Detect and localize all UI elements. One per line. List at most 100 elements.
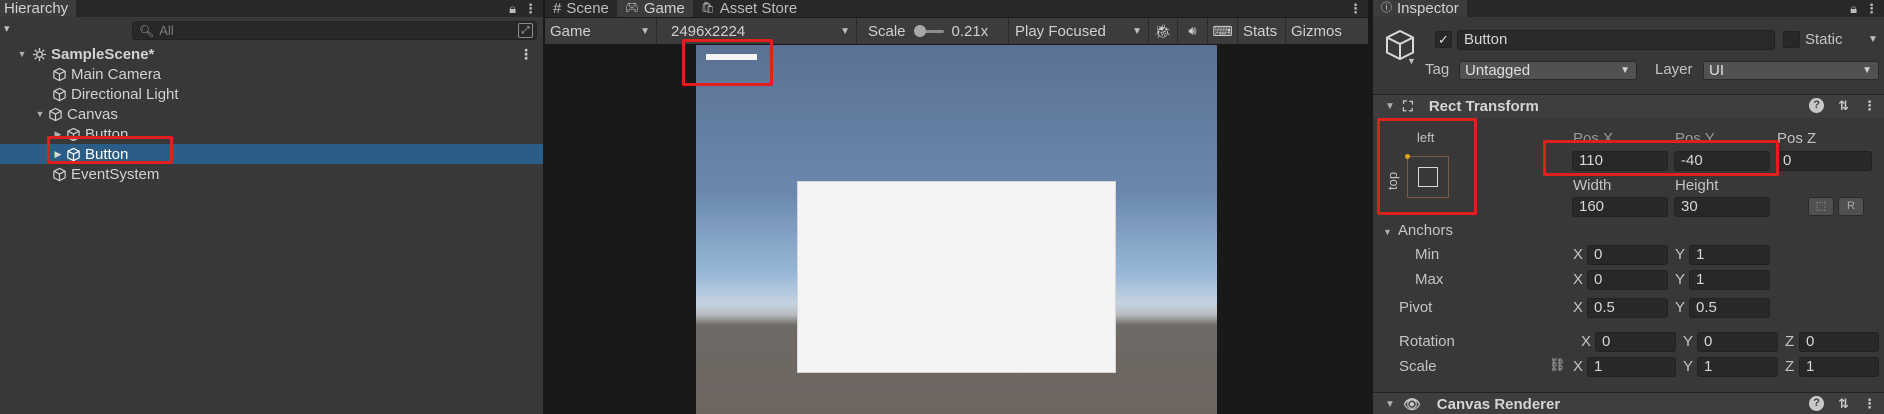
scale-x-field[interactable]: 1: [1587, 357, 1676, 377]
gameobject-cube-icon: [49, 107, 62, 121]
list-item-label: Directional Light: [71, 85, 179, 103]
presets-icon[interactable]: ⇅: [1838, 98, 1849, 114]
tab-game[interactable]: 🎮︎ Game: [616, 0, 693, 17]
anchor-presets-button[interactable]: [1405, 154, 1449, 198]
more-vert-icon[interactable]: ⋮: [519, 46, 533, 63]
chevron-down-icon[interactable]: ▼: [1407, 56, 1416, 66]
game-render-area[interactable]: [545, 39, 1368, 414]
expand-arrow-icon[interactable]: ▶: [52, 129, 64, 140]
game-viewport[interactable]: [696, 45, 1217, 414]
keyboard-shortcuts-button[interactable]: ⌨: [1208, 18, 1238, 44]
list-item-main-camera[interactable]: Main Camera: [0, 64, 543, 84]
expand-arrow-icon[interactable]: ▼: [16, 49, 28, 59]
gameobject-cube-icon: [53, 167, 66, 181]
tab-hierarchy[interactable]: Hierarchy: [0, 0, 77, 17]
pos-z-field[interactable]: 0: [1776, 151, 1872, 171]
collapse-arrow-icon[interactable]: ▼: [1385, 399, 1399, 410]
list-item-button-2[interactable]: ▶ Button: [0, 144, 543, 164]
pivot-x-label: X: [1573, 299, 1584, 316]
display-dropdown[interactable]: Game ▼: [545, 18, 657, 44]
pivot-x-field[interactable]: 0.5: [1587, 298, 1668, 318]
constrain-proportions-icon[interactable]: ⛓: [1549, 357, 1566, 373]
info-icon: ⓘ: [1381, 2, 1392, 14]
tag-dropdown[interactable]: Untagged ▼: [1459, 61, 1637, 80]
play-mode-value: Play Focused: [1015, 22, 1106, 40]
list-item-sample-scene[interactable]: ▼ SampleScene* ⋮: [0, 44, 543, 64]
list-item-directional-light[interactable]: Directional Light: [0, 84, 543, 104]
gameobject-cube-icon: [67, 147, 80, 161]
pos-x-field[interactable]: 110: [1572, 151, 1668, 171]
list-item-event-system[interactable]: EventSystem: [0, 164, 543, 184]
lock-icon[interactable]: 🔒︎: [1850, 1, 1857, 17]
min-y-field[interactable]: 1: [1689, 245, 1770, 265]
scene-icon: [32, 47, 47, 61]
more-vert-icon[interactable]: ⋮: [524, 1, 537, 17]
chevron-down-icon[interactable]: ▼: [1868, 34, 1878, 45]
max-x-field[interactable]: 0: [1587, 270, 1668, 290]
tab-asset-store[interactable]: 🛍︎ Asset Store: [692, 0, 806, 17]
list-item-canvas[interactable]: ▼ Canvas: [0, 104, 543, 124]
hierarchy-tabbar: Hierarchy 🔒︎ ⋮: [0, 0, 543, 17]
scale-slider[interactable]: [913, 24, 944, 37]
max-y-label: Y: [1675, 271, 1686, 288]
expand-arrow-icon[interactable]: ▶: [52, 149, 64, 160]
gizmos-button[interactable]: Gizmos: [1286, 18, 1346, 44]
mute-audio-button[interactable]: 🔊︎: [1178, 18, 1208, 44]
play-mode-dropdown[interactable]: Play Focused ▼: [1009, 18, 1149, 44]
rotation-x-field[interactable]: 0: [1595, 332, 1676, 352]
scale-y-field[interactable]: 1: [1697, 357, 1778, 377]
scale-control: Scale 0.21x: [857, 18, 1009, 44]
rect-transform-header[interactable]: ▼ ⛶ Rect Transform ? ⇅ ⋮: [1373, 94, 1884, 118]
object-name-field[interactable]: Button: [1457, 30, 1775, 50]
hierarchy-search-input[interactable]: 🔍︎ All ⤢: [132, 21, 537, 40]
tab-scene[interactable]: # Scene: [545, 0, 617, 17]
width-field[interactable]: 160: [1572, 197, 1668, 217]
max-y-field[interactable]: 1: [1689, 270, 1770, 290]
scale-z-field[interactable]: 1: [1799, 357, 1879, 377]
layer-value: UI: [1709, 62, 1724, 79]
pivot-label: Pivot: [1399, 299, 1433, 316]
resolution-dropdown[interactable]: 2496x2224 ▼: [657, 18, 857, 44]
list-item-label: EventSystem: [71, 165, 160, 183]
list-item-button-1[interactable]: ▶ Button: [0, 124, 543, 144]
min-x-field[interactable]: 0: [1587, 245, 1668, 265]
add-object-button[interactable]: ▾: [4, 22, 10, 35]
help-icon[interactable]: ?: [1809, 98, 1825, 113]
rect-transform-icon: ⛶: [1403, 98, 1413, 114]
rotation-y-field[interactable]: 0: [1697, 332, 1778, 352]
stats-button[interactable]: Stats: [1238, 18, 1286, 44]
tab-inspector-label: Inspector: [1397, 0, 1459, 17]
tab-inspector[interactable]: ⓘ Inspector: [1373, 0, 1467, 17]
more-vert-icon[interactable]: ⋮: [1863, 98, 1876, 114]
blueprint-mode-button[interactable]: ⬚: [1808, 197, 1834, 216]
lock-icon[interactable]: 🔒︎: [509, 1, 516, 17]
more-vert-icon[interactable]: ⋮: [1865, 1, 1878, 17]
collapse-arrow-icon[interactable]: ▼: [1385, 101, 1399, 112]
more-vert-icon[interactable]: ⋮: [1349, 1, 1362, 17]
shopping-bag-icon: 🛍︎: [700, 2, 715, 14]
static-checkbox[interactable]: [1783, 31, 1800, 48]
inspector-tabbar: ⓘ Inspector 🔒︎ ⋮: [1373, 0, 1884, 17]
presets-icon[interactable]: ⇅: [1838, 396, 1849, 412]
help-icon[interactable]: ?: [1809, 396, 1825, 411]
layer-label: Layer: [1655, 61, 1693, 78]
layer-dropdown[interactable]: UI ▼: [1703, 61, 1879, 80]
pivot-y-field[interactable]: 0.5: [1689, 298, 1770, 318]
raw-edit-mode-button[interactable]: R: [1838, 197, 1864, 216]
height-field[interactable]: 30: [1674, 197, 1770, 217]
scene-picking-icon[interactable]: ⤢: [518, 23, 533, 38]
gizmos-label: Gizmos: [1291, 22, 1342, 40]
rotation-z-field[interactable]: 0: [1799, 332, 1879, 352]
frame-debugger-button[interactable]: 🐞︎: [1149, 18, 1178, 44]
scale-slider-knob[interactable]: [913, 24, 926, 37]
anchors-foldout[interactable]: ▼ Anchors: [1383, 222, 1453, 239]
pos-y-field[interactable]: -40: [1674, 151, 1770, 171]
tab-scene-label: Scene: [566, 0, 609, 17]
resolution-value: 2496x2224: [671, 22, 746, 40]
canvas-renderer-header[interactable]: ▼ 👁︎ Canvas Renderer ? ⇅ ⋮: [1373, 392, 1884, 414]
more-vert-icon[interactable]: ⋮: [1863, 396, 1876, 412]
expand-arrow-icon[interactable]: ▼: [34, 109, 46, 119]
active-checkbox[interactable]: ✓: [1435, 31, 1452, 48]
tab-asset-store-label: Asset Store: [719, 0, 798, 17]
search-icon: 🔍︎: [139, 23, 155, 38]
